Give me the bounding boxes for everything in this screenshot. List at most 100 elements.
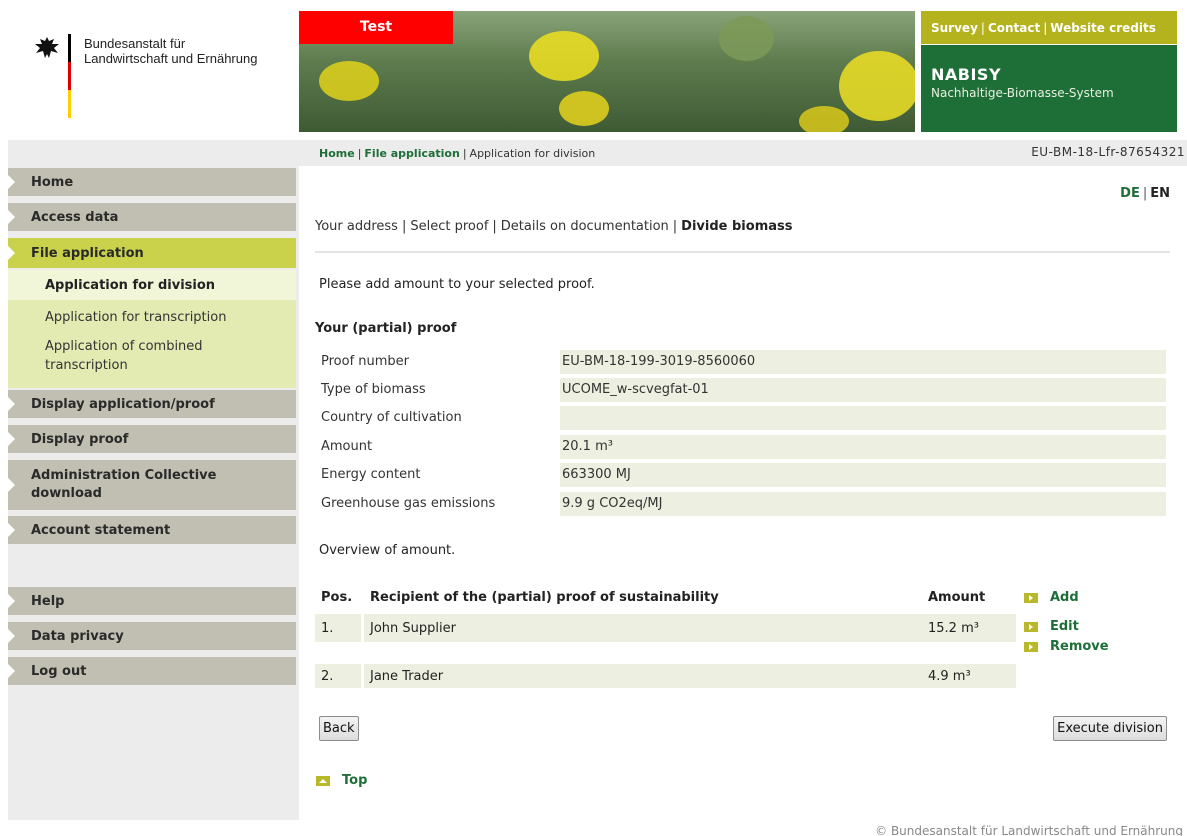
subnav-application-of-combined-transcription[interactable]: Application of combined transcription [45,337,265,375]
remove-label: Remove [1050,639,1109,654]
proof-label: Greenhouse gas emissions [321,496,496,511]
subnav-application-for-division[interactable]: Application for division [45,276,215,295]
nav-label: Log out [31,663,87,679]
add-action[interactable]: Add [1024,590,1079,605]
table-header-amount: Amount [928,590,986,605]
nav-data-privacy[interactable]: Data privacy [8,622,296,650]
breadcrumb-file-application-link[interactable]: File application [364,147,459,160]
table-cell-pos: 2. [315,664,361,688]
website-credits-link[interactable]: Website credits [1050,21,1156,35]
proof-value: 663300 MJ [560,463,1166,487]
file-application-subnav: Application for division Application for… [8,270,296,388]
agency-logo[interactable]: Bundesanstalt für Landwirtschaft und Ern… [30,30,290,120]
federal-eagle-icon [35,37,59,58]
subnav-application-for-transcription[interactable]: Application for transcription [45,308,226,327]
step-select-proof[interactable]: Select proof [410,219,488,234]
breadcrumb: Home | File application | Application for di… [319,147,596,160]
intro-text: Please add amount to your selected proof… [319,277,595,292]
table-cell-recipient: Jane Trader [364,664,925,688]
chevron-right-icon [8,246,15,260]
nav-access-data[interactable]: Access data [8,203,296,231]
overview-text: Overview of amount. [319,543,456,558]
proof-label: Amount [321,439,373,454]
contact-link[interactable]: Contact [988,21,1040,35]
copyright-footer: © Bundesanstalt für Landwirtschaft und E… [875,824,1183,836]
edit-action[interactable]: Edit [1024,619,1079,634]
chevron-right-icon [8,523,15,537]
step-divide-biomass: Divide biomass [681,219,793,234]
german-flag-stripe [68,34,71,118]
proof-label: Type of biomass [321,382,426,397]
top-links-bar: Survey | Contact | Website credits [921,11,1177,44]
brand-box: NABISY Nachhaltige-Biomasse-System [921,45,1177,132]
table-cell-amount: 15.2 m³ [922,614,1016,642]
chevron-right-icon [8,397,15,411]
table-cell-amount: 4.9 m³ [922,664,1016,688]
section-divider [315,251,1170,253]
proof-value [560,406,1166,430]
remove-action[interactable]: Remove [1024,639,1109,654]
chevron-right-icon [8,210,15,224]
proof-section-title: Your (partial) proof [315,321,457,336]
table-row: 2. Jane Trader 4.9 m³ [315,664,1016,688]
org-name-line1: Bundesanstalt für [84,36,186,51]
table-cell-pos: 1. [315,614,361,642]
table-header-pos: Pos. [321,590,353,605]
nav-label: Home [31,174,74,190]
nav-label: Help [31,593,65,609]
execute-division-button[interactable]: Execute division [1053,716,1167,741]
proof-row-energy: Energy content 663300 MJ [315,463,1166,487]
step-details-on-documentation[interactable]: Details on documentation [501,219,669,234]
nav-log-out[interactable]: Log out [8,657,296,685]
table-header-recipient: Recipient of the (partial) proof of sust… [370,590,719,605]
chevron-right-icon [8,594,15,608]
nav-help[interactable]: Help [8,587,296,615]
proof-value: 20.1 m³ [560,435,1166,459]
proof-value: EU-BM-18-199-3019-8560060 [560,350,1166,374]
brand-subtitle: Nachhaltige-Biomasse-System [931,86,1114,100]
back-button[interactable]: Back [319,716,359,741]
arrow-up-icon [316,775,330,786]
proof-value: 9.9 g CO2eq/MJ [560,492,1166,516]
back-to-top-link[interactable]: Top [316,773,367,788]
breadcrumb-bar: Home | File application | Application for di… [8,140,1187,166]
nav-label: File application [31,245,144,261]
nav-label: Account statement [31,522,171,538]
proof-row-ghg: Greenhouse gas emissions 9.9 g CO2eq/MJ [315,492,1166,516]
brand-title: NABISY [931,65,1002,84]
survey-link[interactable]: Survey [931,21,978,35]
nav-label: Data privacy [31,628,124,644]
nav-label: Access data [31,209,119,225]
nav-administration-collective-download[interactable]: Administration Collective download [8,460,296,510]
language-switcher: DE | EN [1120,186,1170,201]
top-label: Top [342,773,368,788]
nav-label: Display application/proof [31,396,215,412]
chevron-right-icon [8,432,15,446]
chevron-right-icon [8,629,15,643]
language-de-link[interactable]: DE [1120,186,1140,201]
nav-display-application-proof[interactable]: Display application/proof [8,390,296,418]
nav-file-application[interactable]: File application [8,238,296,268]
proof-row-amount: Amount 20.1 m³ [315,435,1166,459]
chevron-right-icon [8,175,15,189]
arrow-right-icon [1024,641,1038,652]
sidebar: Home Access data File application Applic… [8,166,299,820]
table-cell-recipient: John Supplier [364,614,925,642]
language-en-link[interactable]: EN [1150,186,1170,201]
proof-label: Proof number [321,354,410,369]
main-content: DE | EN Your address | Select proof | Details … [299,166,1187,820]
nav-display-proof[interactable]: Display proof [8,425,296,453]
user-account-id: EU-BM-18-Lfr-87654321 [1031,145,1185,159]
proof-label: Energy content [321,467,421,482]
proof-value: UCOME_w-scvegfat-01 [560,378,1166,402]
nav-account-statement[interactable]: Account statement [8,516,296,544]
proof-row-country: Country of cultivation [315,406,1166,430]
breadcrumb-home-link[interactable]: Home [319,147,355,160]
nav-label: Display proof [31,431,129,447]
test-environment-badge: Test [299,11,453,44]
proof-row-number: Proof number EU-BM-18-199-3019-8560060 [315,350,1166,374]
step-your-address[interactable]: Your address [315,219,398,234]
org-name-line2: Landwirtschaft und Ernährung [84,51,258,66]
breadcrumb-current: Application for division [469,147,596,160]
nav-home[interactable]: Home [8,168,296,196]
